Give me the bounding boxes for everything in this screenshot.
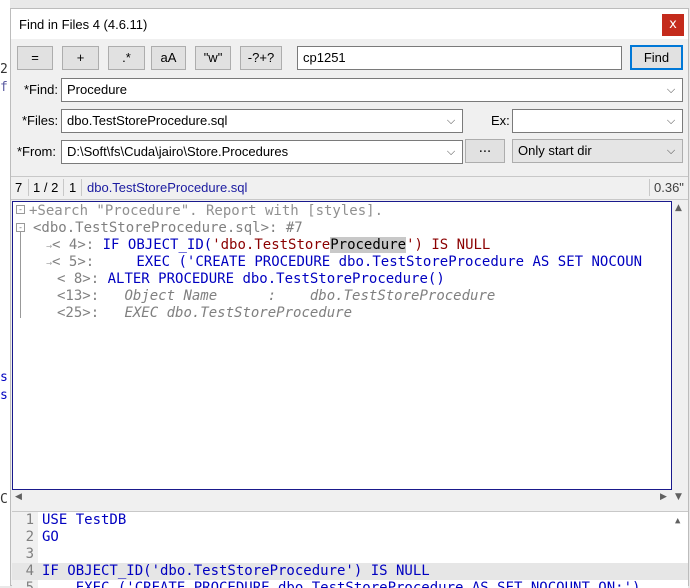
- line-number: < 5>:: [52, 254, 95, 270]
- chevron-down-icon[interactable]: ⌵: [664, 110, 678, 132]
- find-label: *Find:: [24, 82, 58, 97]
- from-label: *From:: [17, 144, 56, 159]
- fold-line: [20, 232, 21, 318]
- files-label: *Files:: [22, 113, 59, 128]
- ex-label: Ex:: [491, 113, 510, 128]
- current-filename: dbo.TestStoreProcedure.sql: [87, 180, 248, 195]
- result-file-name: <dbo.TestStoreProcedure.sql>: #7: [33, 220, 303, 236]
- results-file-line[interactable]: <dbo.TestStoreProcedure.sql>: #7: [33, 220, 303, 236]
- preview-line-text: USE TestDB: [42, 512, 127, 528]
- results-horizontal-scrollbar[interactable]: ◀ ▶: [12, 490, 672, 506]
- scroll-up-icon[interactable]: ▲: [675, 516, 680, 526]
- from-value: D:\Soft\fs\Cuda\jairo\Store.Procedures: [67, 144, 289, 159]
- browse-button[interactable]: ...: [465, 139, 505, 163]
- encoding-input[interactable]: cp1251: [297, 46, 622, 70]
- results-panel[interactable]: - - +Search "Procedure". Report with [st…: [12, 201, 672, 490]
- files-value: dbo.TestStoreProcedure.sql: [67, 113, 228, 128]
- result-line[interactable]: < 8>: ALTER PROCEDURE dbo.TestStoreProce…: [57, 271, 445, 287]
- whole-word-toggle-button[interactable]: "w": [195, 46, 231, 70]
- line-number: <25>:: [57, 305, 100, 321]
- line-number: < 4>:: [52, 237, 95, 253]
- add-toggle-button[interactable]: +: [62, 46, 99, 70]
- preview-line-text: IF OBJECT_ID('dbo.TestStoreProcedure') I…: [42, 563, 430, 579]
- word-fragment-toggle-button[interactable]: -?+?: [240, 46, 282, 70]
- regex-toggle-button[interactable]: .*: [108, 46, 145, 70]
- result-line[interactable]: →< 5>: EXEC ('CREATE PROCEDURE dbo.TestS…: [46, 254, 642, 270]
- status-bar: 7 1 / 2 1 dbo.TestStoreProcedure.sql 0.3…: [11, 176, 688, 200]
- result-index: 1 / 2: [33, 180, 59, 195]
- preview-line-text: EXEC ('CREATE PROCEDURE dbo.TestStorePro…: [42, 580, 641, 588]
- scroll-up-icon[interactable]: ▲: [675, 203, 682, 213]
- line-number: <13>:: [57, 288, 100, 304]
- result-line[interactable]: <25>: EXEC dbo.TestStoreProcedure: [57, 305, 352, 321]
- results-header: +Search "Procedure". Report with [styles…: [29, 203, 384, 219]
- chevron-down-icon[interactable]: ⌵: [664, 79, 678, 101]
- dir-scope-value: Only start dir: [518, 143, 592, 158]
- find-combobox[interactable]: Procedure ⌵: [61, 78, 683, 102]
- file-preview-panel[interactable]: ▲ 1 USE TestDB 2 GO 3 4 IF OBJECT_ID('db…: [12, 511, 688, 588]
- case-sensitive-toggle-button[interactable]: aA: [151, 46, 186, 70]
- match-highlight: Procedure: [330, 237, 407, 253]
- elapsed-time: 0.36": [654, 180, 684, 195]
- background-editor-edge: 2 f s s C: [0, 0, 10, 586]
- preview-line-text: GO: [42, 529, 59, 545]
- chevron-down-icon[interactable]: ⌵: [664, 140, 678, 162]
- fold-toggle-icon[interactable]: -: [16, 205, 25, 214]
- match-count: 7: [15, 180, 23, 195]
- fold-toggle-icon[interactable]: -: [16, 223, 25, 232]
- scroll-down-icon[interactable]: ▼: [675, 492, 682, 502]
- line-number: < 8>:: [57, 271, 100, 287]
- exclude-combobox[interactable]: ⌵: [512, 109, 683, 133]
- window-title: Find in Files 4 (4.6.11): [19, 17, 148, 32]
- chevron-down-icon[interactable]: ⌵: [444, 110, 458, 132]
- scroll-right-icon[interactable]: ▶: [660, 492, 667, 502]
- from-combobox[interactable]: D:\Soft\fs\Cuda\jairo\Store.Procedures ⌵: [61, 140, 463, 164]
- scroll-left-icon[interactable]: ◀: [15, 492, 22, 502]
- find-in-files-dialog: Find in Files 4 (4.6.11) x = + .* aA "w"…: [10, 8, 689, 588]
- close-button[interactable]: x: [662, 14, 684, 36]
- result-line[interactable]: <13>: Object Name : dbo.TestStoreProcedu…: [57, 288, 495, 304]
- whole-text-toggle-button[interactable]: =: [17, 46, 53, 70]
- dir-scope-select[interactable]: Only start dir ⌵: [512, 139, 683, 163]
- result-line[interactable]: →< 4>: IF OBJECT_ID('dbo.TestStoreProced…: [46, 237, 490, 253]
- title-bar: Find in Files 4 (4.6.11) x: [11, 9, 688, 39]
- files-combobox[interactable]: dbo.TestStoreProcedure.sql ⌵: [61, 109, 463, 133]
- file-count: 1: [69, 180, 77, 195]
- find-button[interactable]: Find: [630, 45, 683, 70]
- chevron-down-icon[interactable]: ⌵: [444, 141, 458, 163]
- results-vertical-scrollbar[interactable]: ▲ ▼: [672, 201, 687, 506]
- fold-margin[interactable]: - -: [15, 204, 25, 474]
- find-value: Procedure: [67, 82, 127, 97]
